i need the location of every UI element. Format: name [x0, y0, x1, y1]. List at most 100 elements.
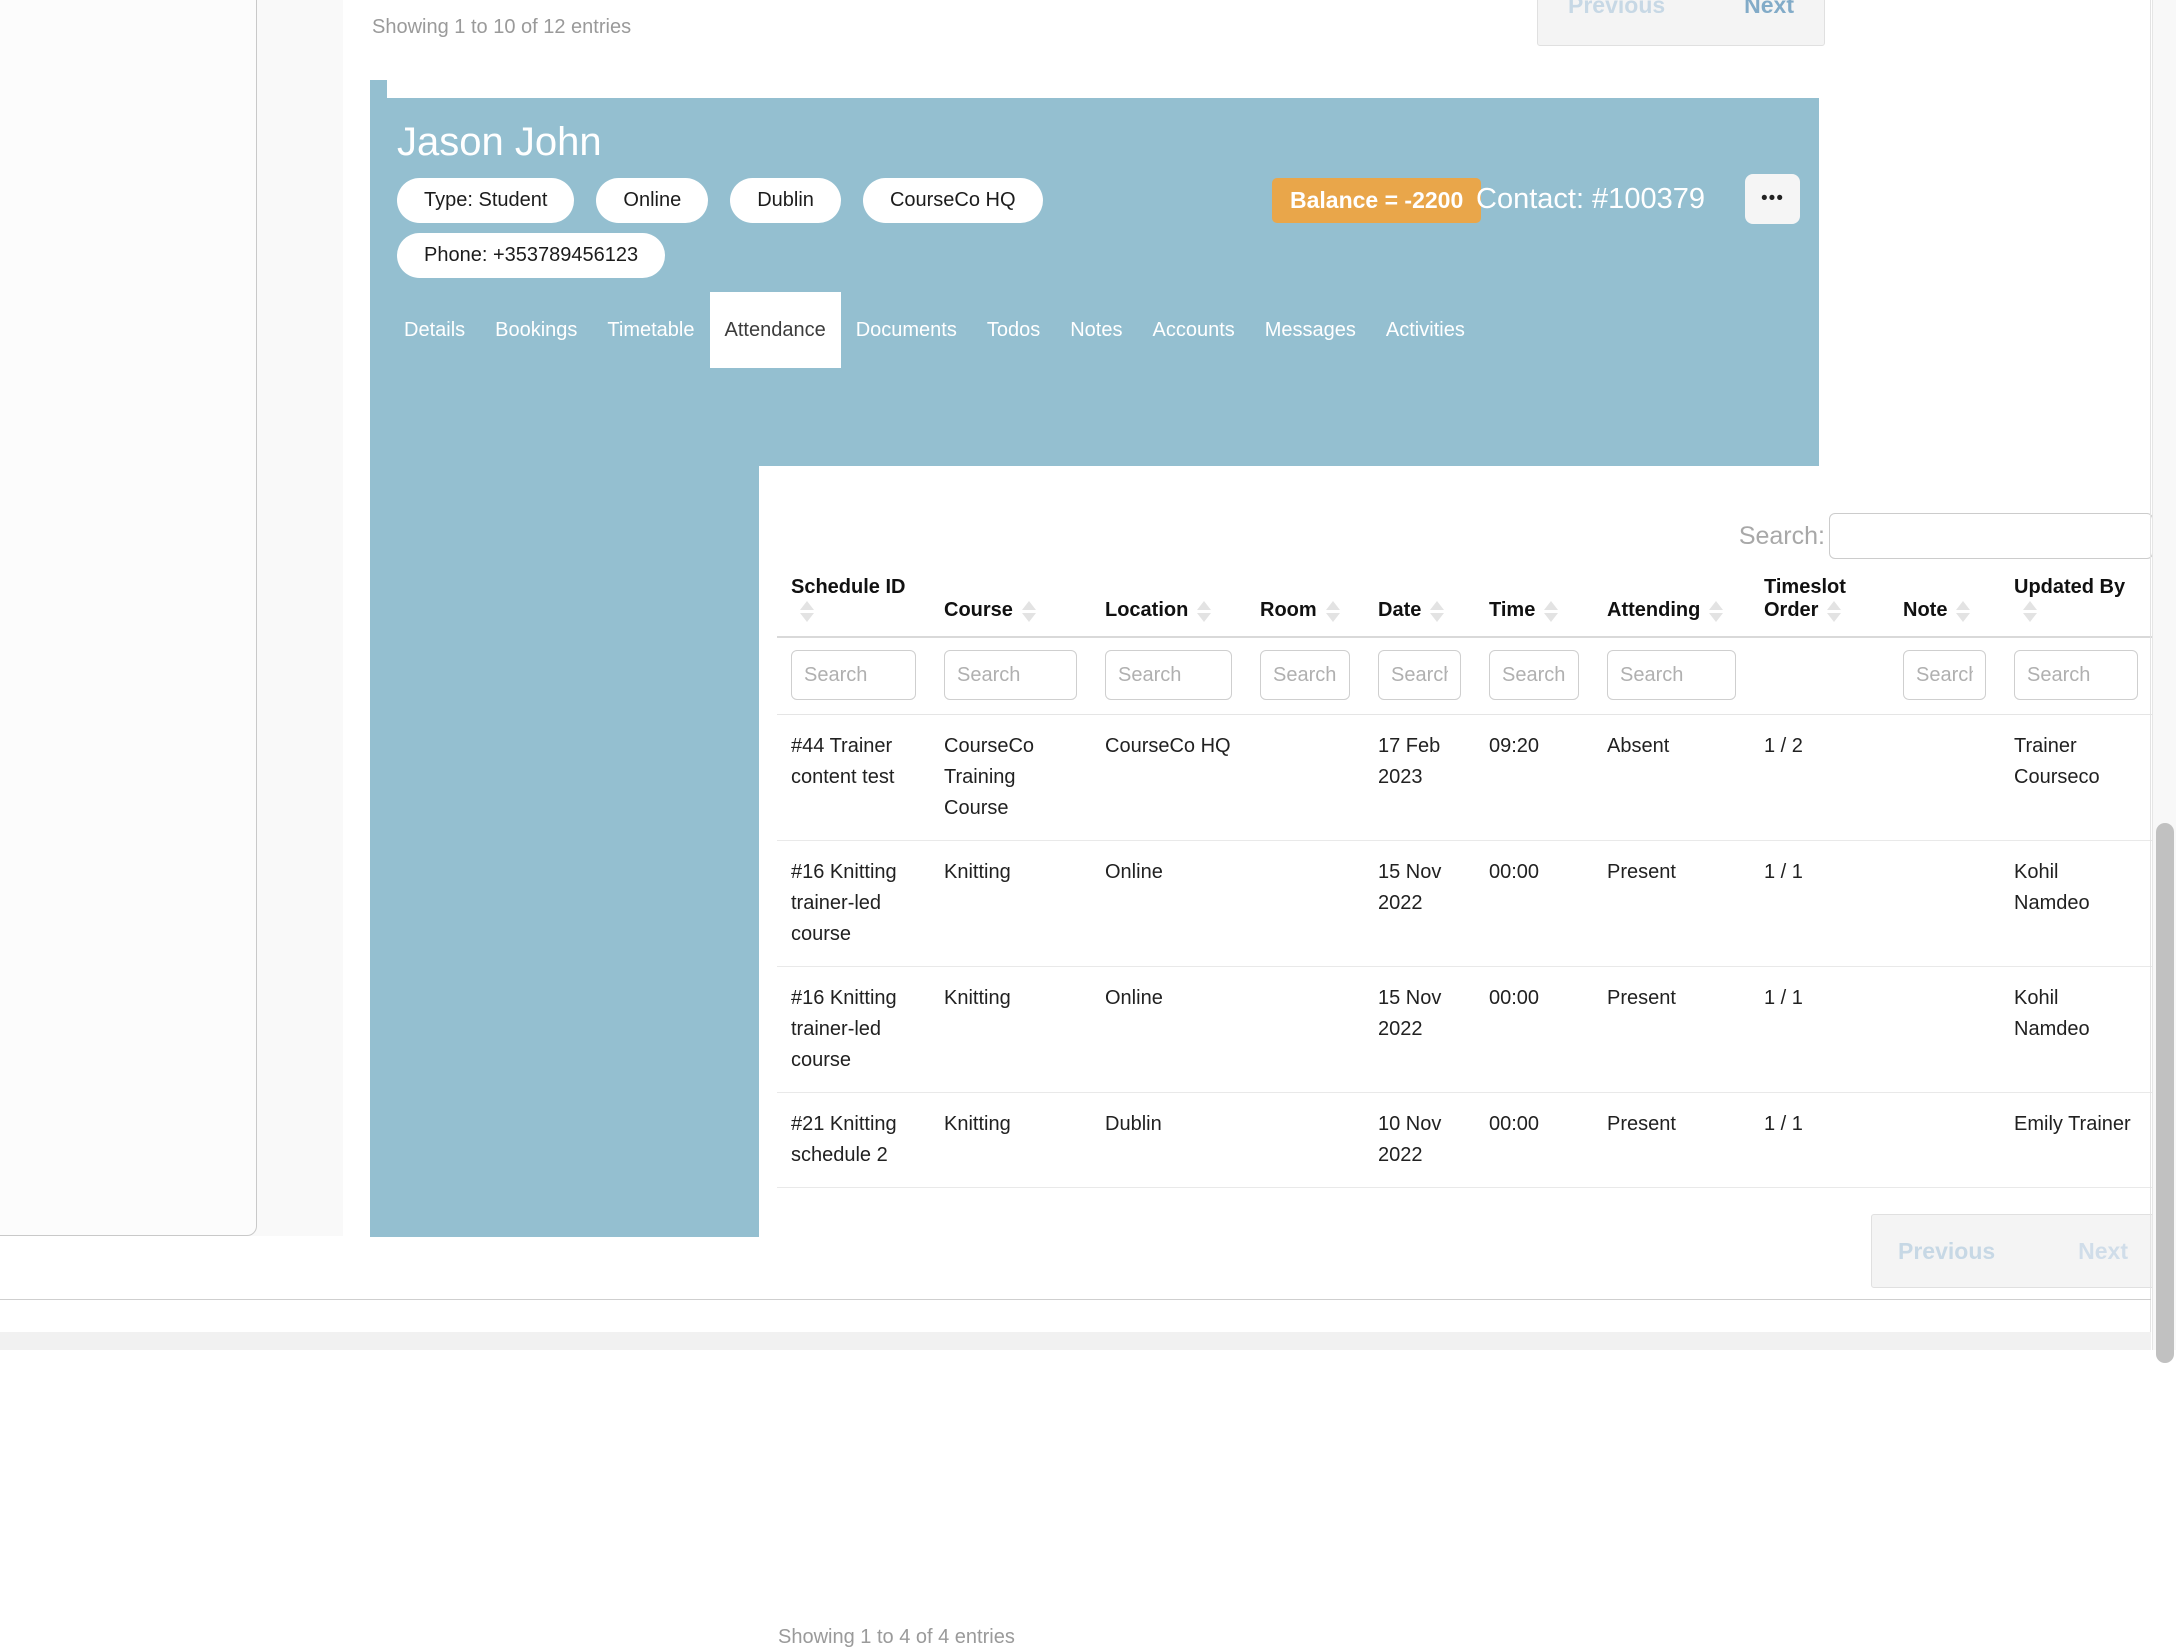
tab-bookings[interactable]: Bookings [480, 292, 592, 368]
scrollbar-thumb[interactable] [2156, 823, 2174, 1363]
attendance-showing-entries: Showing 1 to 4 of 4 entries [778, 1626, 1015, 1649]
cell-schedule-id: #21 Knitting schedule 2 [777, 1093, 930, 1188]
cell-location: Online [1091, 841, 1246, 967]
tab-timetable[interactable]: Timetable [592, 292, 709, 368]
tab-todos[interactable]: Todos [972, 292, 1055, 368]
content-right-border [2150, 0, 2151, 1333]
cell-room [1246, 841, 1364, 967]
profile-panel: Jason John Type: StudentOnlineDublinCour… [370, 98, 1819, 1237]
table-row: #44 Trainer content testCourseCo Trainin… [777, 715, 2152, 841]
cell-time: 09:20 [1475, 715, 1593, 841]
cell-course: Knitting [930, 841, 1091, 967]
column-header-schedule-id[interactable]: Schedule ID [777, 566, 930, 637]
column-label: Schedule ID [791, 576, 905, 598]
cell-note [1889, 841, 2000, 967]
column-header-course[interactable]: Course [930, 566, 1091, 637]
column-header-attending[interactable]: Attending [1593, 566, 1750, 637]
contacts-pagination: Previous Next [1537, 0, 1825, 46]
profile-pill-dublin: Dublin [730, 178, 841, 223]
cell-updated-by: Kohil Namdeo [2000, 841, 2152, 967]
filter-input-attending[interactable] [1607, 650, 1736, 700]
sort-icon[interactable] [1827, 601, 1841, 622]
cell-room [1246, 715, 1364, 841]
cell-timeslot-order: 1 / 2 [1750, 715, 1889, 841]
column-label: Date [1378, 599, 1421, 621]
profile-pill-online: Online [596, 178, 708, 223]
cell-time: 00:00 [1475, 1093, 1593, 1188]
filter-cell-schedule-id [777, 637, 930, 715]
table-search-input[interactable] [1829, 513, 2153, 559]
sort-icon[interactable] [1709, 601, 1723, 622]
cell-note [1889, 1093, 2000, 1188]
attendance-tab-content: Search: Schedule IDCourseLocationRoomDat… [759, 466, 2170, 1315]
cell-date: 15 Nov 2022 [1364, 841, 1475, 967]
filter-input-room[interactable] [1260, 650, 1350, 700]
sort-icon[interactable] [1544, 601, 1558, 622]
column-label: Time [1489, 599, 1535, 621]
attendance-previous-button[interactable]: Previous [1898, 1238, 1995, 1265]
tab-activities[interactable]: Activities [1371, 292, 1480, 368]
tab-messages[interactable]: Messages [1250, 292, 1371, 368]
cell-schedule-id: #16 Knitting trainer-led course [777, 841, 930, 967]
contacts-next-button[interactable]: Next [1744, 0, 1794, 19]
tab-details[interactable]: Details [389, 292, 480, 368]
sort-icon[interactable] [1326, 601, 1340, 622]
contacts-showing-entries: Showing 1 to 10 of 12 entries [372, 16, 631, 39]
tab-notes[interactable]: Notes [1055, 292, 1137, 368]
vertical-scrollbar[interactable] [2152, 0, 2176, 1350]
more-options-icon[interactable]: ••• [1745, 174, 1800, 224]
sort-icon[interactable] [1197, 601, 1211, 622]
filter-input-schedule-id[interactable] [791, 650, 916, 700]
cell-room [1246, 1093, 1364, 1188]
filter-input-note[interactable] [1903, 650, 1986, 700]
column-label: Updated By [2014, 576, 2125, 598]
tab-documents[interactable]: Documents [841, 292, 972, 368]
cell-course: Knitting [930, 1093, 1091, 1188]
column-header-updated-by[interactable]: Updated By [2000, 566, 2152, 637]
column-label: Attending [1607, 599, 1700, 621]
column-header-timeslot-order[interactable]: Timeslot Order [1750, 566, 1889, 637]
column-header-note[interactable]: Note [1889, 566, 2000, 637]
column-header-room[interactable]: Room [1246, 566, 1364, 637]
filter-input-updated-by[interactable] [2014, 650, 2138, 700]
column-header-date[interactable]: Date [1364, 566, 1475, 637]
contact-id-label: Contact: #100379 [1476, 183, 1705, 216]
filter-cell-attending [1593, 637, 1750, 715]
filter-cell-note [1889, 637, 2000, 715]
filter-input-location[interactable] [1105, 650, 1232, 700]
filter-cell-time [1475, 637, 1593, 715]
table-row: #16 Knitting trainer-led courseKnittingO… [777, 841, 2152, 967]
column-header-time[interactable]: Time [1475, 566, 1593, 637]
filter-input-time[interactable] [1489, 650, 1579, 700]
attendance-next-button[interactable]: Next [2078, 1238, 2128, 1265]
sort-icon[interactable] [1022, 601, 1036, 622]
cell-location: Online [1091, 967, 1246, 1093]
cell-date: 10 Nov 2022 [1364, 1093, 1475, 1188]
cell-course: Knitting [930, 967, 1091, 1093]
column-header-location[interactable]: Location [1091, 566, 1246, 637]
cell-updated-by: Trainer Courseco [2000, 715, 2152, 841]
filter-cell-date [1364, 637, 1475, 715]
filter-input-course[interactable] [944, 650, 1077, 700]
sort-icon[interactable] [1430, 601, 1444, 622]
cell-room [1246, 967, 1364, 1093]
column-label: Course [944, 599, 1013, 621]
page-title: Jason John [397, 120, 602, 165]
tab-accounts[interactable]: Accounts [1137, 292, 1249, 368]
sort-icon[interactable] [2023, 601, 2037, 622]
cell-location: CourseCo HQ [1091, 715, 1246, 841]
balance-badge: Balance = -2200 [1272, 178, 1481, 223]
profile-tags: Type: StudentOnlineDublinCourseCo HQPhon… [397, 178, 1187, 278]
cell-attending: Absent [1593, 715, 1750, 841]
sort-icon[interactable] [800, 601, 814, 622]
contacts-previous-button[interactable]: Previous [1568, 0, 1665, 19]
cell-updated-by: Kohil Namdeo [2000, 967, 2152, 1093]
filter-cell-course [930, 637, 1091, 715]
footer-divider [0, 1299, 2151, 1300]
filter-input-date[interactable] [1378, 650, 1461, 700]
sort-icon[interactable] [1956, 601, 1970, 622]
tab-attendance[interactable]: Attendance [710, 292, 841, 368]
cell-attending: Present [1593, 841, 1750, 967]
profile-pill-phone: Phone: +353789456123 [397, 233, 665, 278]
column-label: Location [1105, 599, 1188, 621]
